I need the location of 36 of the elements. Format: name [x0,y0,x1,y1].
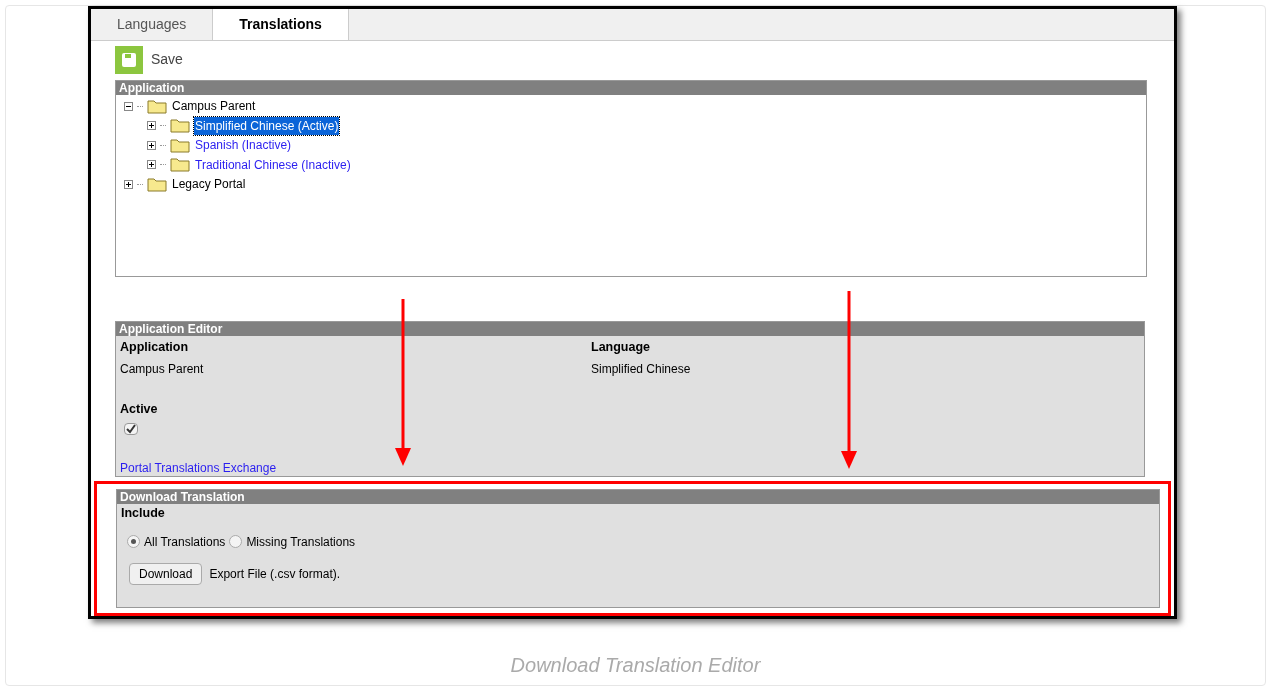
field-value: Simplified Chinese [591,360,692,378]
exchange-link[interactable]: Portal Translations Exchange [116,459,281,478]
active-checkbox[interactable] [124,423,138,436]
folder-icon [170,137,190,153]
folder-icon [170,118,190,134]
radio-label: Missing Translations [246,533,356,551]
expand-toggle[interactable] [124,179,133,189]
collapse-toggle[interactable] [124,101,133,111]
section-header: Application [116,81,1146,96]
tree-item[interactable]: Campus Parent [171,97,257,116]
caption: Download Translation Editor [510,653,761,678]
expand-toggle[interactable] [147,121,156,131]
tree-item[interactable]: Simplified Chinese (Active) [194,116,340,135]
field-label: Active [119,400,159,418]
download-button[interactable]: Download [129,562,203,585]
tree-item[interactable]: Spanish (Inactive) [194,136,293,155]
radio-label: All Translations [144,533,226,551]
radio-button[interactable] [229,535,243,549]
field-label: Application [120,338,190,356]
expand-toggle[interactable] [147,140,156,150]
field-label: Include [120,504,166,522]
tree-item[interactable]: Traditional Chinese (Inactive) [194,155,352,174]
save-label[interactable]: Save [151,49,183,71]
expand-toggle[interactable] [147,160,156,170]
field-label: Language [591,338,652,356]
field-value: Campus Parent [120,360,205,378]
folder-icon [147,176,167,192]
section-header: Download Translation [117,489,1159,504]
radio-button[interactable] [127,535,140,549]
tab[interactable]: Languages [91,9,213,40]
folder-icon [147,98,167,114]
tree-item[interactable]: Legacy Portal [171,175,247,194]
tab[interactable]: Translations [212,9,349,40]
export-note: Export File (.csv format). [209,565,341,583]
folder-icon [170,157,190,173]
section-header: Application Editor [116,321,1144,336]
